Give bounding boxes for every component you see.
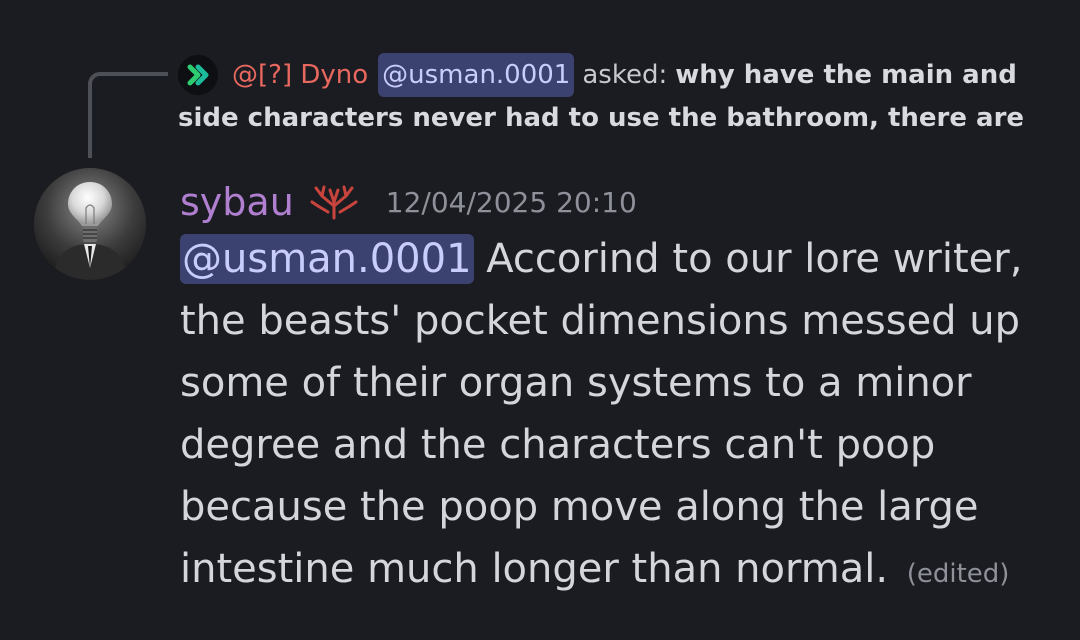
message-line: intestine much longer than normal. (edit…	[180, 538, 1060, 600]
message-text: intestine much longer than normal.	[180, 546, 889, 592]
reply-line-1: @[?] Dyno @usman.0001 asked: why have th…	[178, 52, 1058, 98]
reply-preview-text-2[interactable]: side characters never had to use the bat…	[178, 98, 1058, 144]
coral-icon[interactable]	[308, 184, 360, 220]
message-line: @usman.0001 Accorind to our lore writer,	[180, 228, 1060, 290]
message-content: @usman.0001 Accorind to our lore writer,…	[180, 228, 1060, 600]
reply-reference[interactable]: @[?] Dyno @usman.0001 asked: why have th…	[178, 52, 1058, 144]
message-text: Accorind to our lore writer,	[473, 236, 1023, 282]
reply-mention[interactable]: @usman.0001	[378, 53, 575, 97]
dyno-avatar-icon[interactable]	[178, 55, 218, 95]
reply-connector-line	[88, 72, 168, 158]
message-line: some of their organ systems to a minor	[180, 360, 972, 406]
reply-preview-text-1[interactable]: why have the main and	[675, 53, 1017, 97]
message-line: the beasts' pocket dimensions messed up	[180, 298, 1021, 344]
message-line: because the poop move along the large	[180, 484, 979, 530]
username[interactable]: sybau	[180, 180, 294, 224]
reply-asked-label: asked:	[582, 60, 668, 90]
message-header: sybau 12/04/2025 20:10	[180, 176, 637, 228]
user-avatar[interactable]	[34, 168, 146, 280]
message-timestamp[interactable]: 12/04/2025 20:10	[386, 186, 637, 219]
message-mention[interactable]: @usman.0001	[180, 234, 474, 284]
reply-author-name[interactable]: @[?] Dyno	[232, 53, 368, 97]
edited-indicator: (edited)	[906, 559, 1010, 589]
message-line: degree and the characters can't poop	[180, 422, 936, 468]
